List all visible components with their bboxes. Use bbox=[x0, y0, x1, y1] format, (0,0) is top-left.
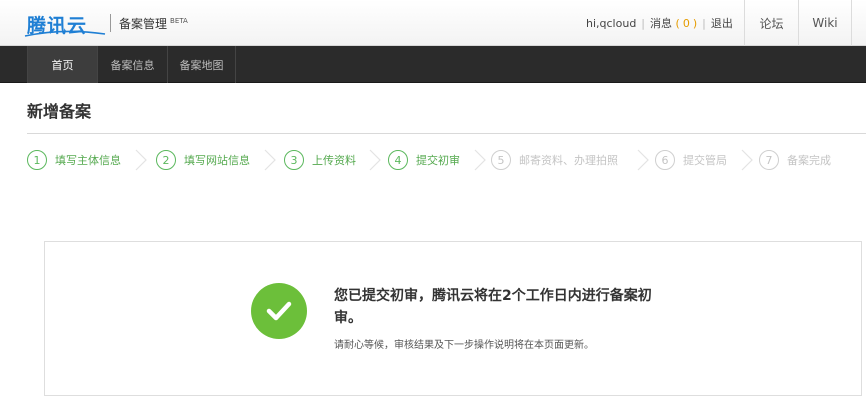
messages-count: 0 bbox=[682, 17, 690, 30]
step-number: 4 bbox=[388, 150, 408, 170]
result-message: 您已提交初审，腾讯云将在2个工作日内进行备案初审。 bbox=[334, 288, 652, 326]
title-divider bbox=[27, 133, 866, 134]
nav-tab-filing-map[interactable]: 备案地图 bbox=[168, 46, 236, 83]
logout-link[interactable]: 退出 bbox=[711, 15, 733, 31]
top-header: 腾讯云 备案管理 BETA hi,qcloud | 消息 (0) | 退出 论坛 … bbox=[0, 0, 866, 46]
step-label: 填写主体信息 bbox=[55, 154, 121, 167]
step-number: 5 bbox=[491, 150, 511, 170]
progress-steps: 1 填写主体信息 2 填写网站信息 3 上传资料 4 提交初审 5 邮寄资料、办… bbox=[27, 148, 866, 172]
step-6: 6 提交管局 bbox=[655, 148, 727, 172]
step-number: 7 bbox=[759, 150, 779, 170]
step-number: 2 bbox=[156, 150, 176, 170]
messages-close-paren: ) bbox=[692, 17, 698, 30]
step-label: 上传资料 bbox=[312, 154, 356, 167]
step-label: 提交管局 bbox=[683, 154, 727, 167]
forum-link[interactable]: 论坛 bbox=[744, 0, 798, 46]
step-7: 7 备案完成 bbox=[759, 148, 831, 172]
nav-tab-filing-info[interactable]: 备案信息 bbox=[98, 46, 168, 83]
step-number: 6 bbox=[655, 150, 675, 170]
step-separator-icon bbox=[637, 149, 649, 171]
step-label: 提交初审 bbox=[416, 154, 460, 167]
step-1: 1 填写主体信息 bbox=[27, 148, 121, 172]
step-number: 3 bbox=[284, 150, 304, 170]
result-note: 请耐心等候，审核结果及下一步操作说明将在本页面更新。 bbox=[334, 340, 594, 351]
user-separator: | bbox=[702, 16, 706, 30]
success-check-icon bbox=[251, 283, 307, 339]
messages-open-paren: ( bbox=[675, 17, 680, 30]
step-label: 备案完成 bbox=[787, 154, 831, 167]
nav-tab-home[interactable]: 首页 bbox=[27, 46, 98, 83]
messages-link[interactable]: 消息 (0) bbox=[650, 15, 697, 31]
product-title: 备案管理 BETA bbox=[119, 15, 188, 32]
main-nav: 首页 备案信息 备案地图 bbox=[0, 46, 866, 83]
step-separator-icon bbox=[369, 149, 381, 171]
step-separator-icon bbox=[264, 149, 276, 171]
step-2: 2 填写网站信息 bbox=[156, 148, 250, 172]
checkmark-icon bbox=[266, 301, 292, 321]
beta-badge: BETA bbox=[170, 17, 188, 25]
step-separator-icon bbox=[741, 149, 753, 171]
step-separator-icon bbox=[135, 149, 147, 171]
step-label: 邮寄资料、办理拍照 bbox=[519, 154, 618, 167]
user-separator: | bbox=[641, 16, 646, 30]
header-divider bbox=[110, 14, 111, 32]
tencent-cloud-logo[interactable]: 腾讯云 bbox=[24, 11, 106, 37]
step-5: 5 邮寄资料、办理拍照 bbox=[491, 148, 618, 172]
messages-label: 消息 bbox=[650, 17, 673, 30]
step-label: 填写网站信息 bbox=[184, 154, 250, 167]
user-greeting[interactable]: hi,qcloud bbox=[586, 17, 636, 30]
step-4: 4 提交初审 bbox=[388, 148, 460, 172]
logo-swoosh-icon bbox=[24, 30, 106, 37]
step-number: 1 bbox=[27, 150, 47, 170]
step-separator-icon bbox=[474, 149, 486, 171]
page-title: 新增备案 bbox=[27, 102, 92, 121]
user-area: hi,qcloud | 消息 (0) | 退出 bbox=[586, 15, 733, 31]
product-name: 备案管理 bbox=[119, 17, 168, 31]
wiki-link[interactable]: Wiki bbox=[798, 0, 852, 46]
step-3: 3 上传资料 bbox=[284, 148, 356, 172]
